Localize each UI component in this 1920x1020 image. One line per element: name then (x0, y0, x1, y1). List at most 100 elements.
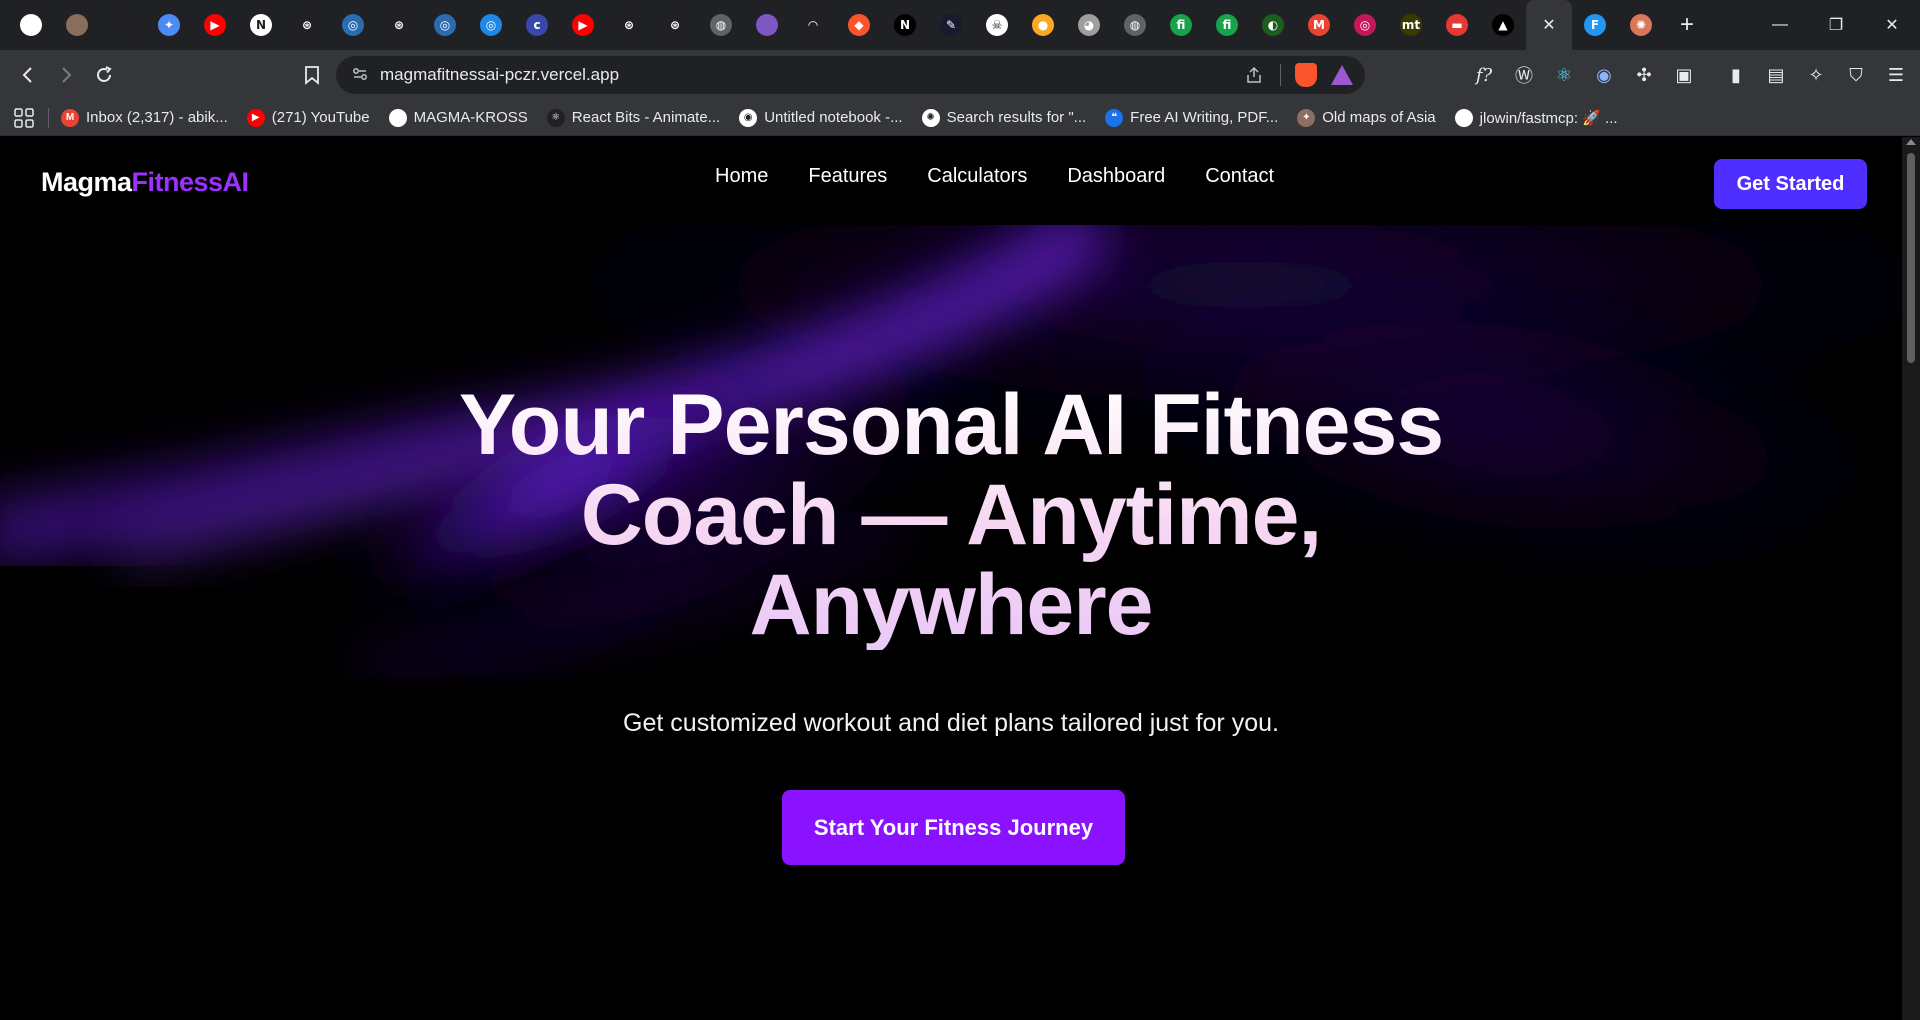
browser-tab[interactable]: ◍ (1112, 0, 1158, 50)
browser-tab[interactable]: ✦ (146, 0, 192, 50)
github-icon (1454, 108, 1473, 127)
browser-tab[interactable]: ◐ (1250, 0, 1296, 50)
mt-icon: mt (1400, 14, 1422, 36)
close-tab-icon[interactable]: ✕ (1542, 15, 1555, 35)
browser-tab[interactable]: ⊛ (652, 0, 698, 50)
youtube-icon: ▶ (572, 14, 594, 36)
restore-button[interactable]: ❐ (1808, 0, 1864, 50)
bookmark-item[interactable]: ◉ Untitled notebook -... (739, 108, 903, 127)
avatar-icon (66, 14, 88, 36)
logo-part-magma: Magma (41, 167, 132, 197)
browser-tab[interactable]: ⊛ (284, 0, 330, 50)
browser-tab[interactable]: ◠ (790, 0, 836, 50)
globe-icon: ◍ (710, 14, 732, 36)
browser-tab[interactable] (8, 0, 54, 50)
scroll-up-arrow-icon[interactable] (1906, 139, 1916, 145)
browser-tab[interactable]: N (238, 0, 284, 50)
browser-tab[interactable]: M (1296, 0, 1342, 50)
wordtune-extension-icon[interactable]: Ⓦ (1508, 59, 1540, 91)
browser-tab[interactable] (54, 0, 100, 50)
browser-tab[interactable]: ● (1020, 0, 1066, 50)
browser-tab[interactable]: ◍ (698, 0, 744, 50)
bookmark-page-button[interactable] (294, 57, 330, 93)
browser-tab[interactable]: fi (1204, 0, 1250, 50)
wallet-icon[interactable]: ▤ (1760, 59, 1792, 91)
get-started-button[interactable]: Get Started (1714, 159, 1867, 209)
bookmark-label: Search results for "... (946, 109, 1087, 126)
brave-shields-icon[interactable] (1295, 63, 1317, 87)
browser-tab[interactable] (744, 0, 790, 50)
reload-button[interactable] (86, 57, 122, 93)
site-logo[interactable]: MagmaFitnessAI (41, 167, 249, 198)
formula-extension-icon[interactable]: f? (1468, 59, 1500, 91)
browser-tab[interactable]: ✺ (1618, 0, 1664, 50)
chatgpt-icon: ⊛ (618, 14, 640, 36)
browser-tab[interactable]: ☠ (974, 0, 1020, 50)
forward-button[interactable] (48, 57, 84, 93)
browser-tab[interactable] (100, 0, 146, 50)
vpn-shield-icon[interactable]: ⛉ (1840, 59, 1872, 91)
nav-home[interactable]: Home (715, 165, 768, 188)
browser-tab[interactable]: ✎ (928, 0, 974, 50)
nav-contact[interactable]: Contact (1205, 165, 1274, 188)
start-fitness-journey-button[interactable]: Start Your Fitness Journey (782, 790, 1125, 865)
divider (48, 107, 49, 128)
bookmark-item[interactable]: ▶ (271) YouTube (246, 108, 370, 127)
bookmark-label: (271) YouTube (271, 109, 370, 126)
browser-tab[interactable]: c (514, 0, 560, 50)
browser-tab[interactable]: N (882, 0, 928, 50)
browser-tab[interactable]: ◎ (468, 0, 514, 50)
back-button[interactable] (10, 57, 46, 93)
triangle-icon: ▲ (1492, 14, 1514, 36)
bookmark-item[interactable]: ✦ Old maps of Asia (1297, 108, 1436, 127)
nav-calculators[interactable]: Calculators (927, 165, 1027, 188)
openai-icon (112, 14, 134, 36)
reader-mode-icon[interactable]: ▣ (1668, 59, 1700, 91)
browser-tab[interactable]: mt (1388, 0, 1434, 50)
menu-icon[interactable]: ☰ (1880, 59, 1912, 91)
address-bar[interactable]: magmafitnessai-pczr.vercel.app (336, 56, 1365, 94)
framer-icon: F (1584, 14, 1606, 36)
bookmark-item[interactable]: ✺ Search results for "... (921, 108, 1087, 127)
bookmark-icon (305, 66, 319, 85)
browser-tab[interactable]: ◎ (1342, 0, 1388, 50)
browser-tab[interactable]: fi (1158, 0, 1204, 50)
divider (1280, 64, 1281, 86)
minimize-button[interactable]: — (1752, 0, 1808, 50)
browser-tab[interactable]: ⊛ (606, 0, 652, 50)
browser-tab[interactable]: ▲ (1480, 0, 1526, 50)
page-scrollbar[interactable] (1902, 137, 1920, 1020)
browser-tab[interactable]: ▶ (560, 0, 606, 50)
browser-tab[interactable]: F (1572, 0, 1618, 50)
browser-tab[interactable]: ◎ (422, 0, 468, 50)
close-window-button[interactable]: ✕ (1864, 0, 1920, 50)
bookmark-item[interactable]: M Inbox (2,317) - abik... (61, 108, 228, 127)
browser-tab[interactable]: ▶ (192, 0, 238, 50)
new-tab-button[interactable]: + (1664, 11, 1710, 39)
sidebar-toggle-icon[interactable]: ▮ (1720, 59, 1752, 91)
scrollbar-thumb[interactable] (1907, 153, 1915, 363)
site-settings-icon[interactable] (340, 66, 380, 85)
share-icon[interactable] (1242, 63, 1266, 87)
apps-grid-icon[interactable] (10, 104, 38, 132)
puzzle-extensions-icon[interactable]: ✣ (1628, 59, 1660, 91)
active-tab[interactable]: ✕ (1526, 0, 1572, 50)
bookmark-label: jlowin/fastmcp: 🚀 ... (1479, 109, 1618, 127)
bookmark-item[interactable]: ❝ Free AI Writing, PDF... (1105, 108, 1278, 127)
bookmark-item[interactable]: ⚛ React Bits - Animate... (546, 108, 720, 127)
github-icon (20, 14, 42, 36)
bookmark-item[interactable]: jlowin/fastmcp: 🚀 ... (1454, 108, 1618, 127)
browser-tab[interactable]: ◎ (330, 0, 376, 50)
nav-dashboard[interactable]: Dashboard (1067, 165, 1165, 188)
nav-features[interactable]: Features (808, 165, 887, 188)
browser-tab[interactable]: ◕ (1066, 0, 1112, 50)
react-devtools-icon[interactable]: ⚛ (1548, 59, 1580, 91)
fi-icon: fi (1170, 14, 1192, 36)
bookmark-item[interactable]: MAGMA-KROSS (388, 108, 528, 127)
leo-ai-icon[interactable]: ✧ (1800, 59, 1832, 91)
browser-tab[interactable]: ▬ (1434, 0, 1480, 50)
brave-rewards-icon[interactable] (1331, 65, 1353, 85)
search-extension-icon[interactable]: ◉ (1588, 59, 1620, 91)
browser-tab[interactable]: ◆ (836, 0, 882, 50)
browser-tab[interactable]: ⊛ (376, 0, 422, 50)
